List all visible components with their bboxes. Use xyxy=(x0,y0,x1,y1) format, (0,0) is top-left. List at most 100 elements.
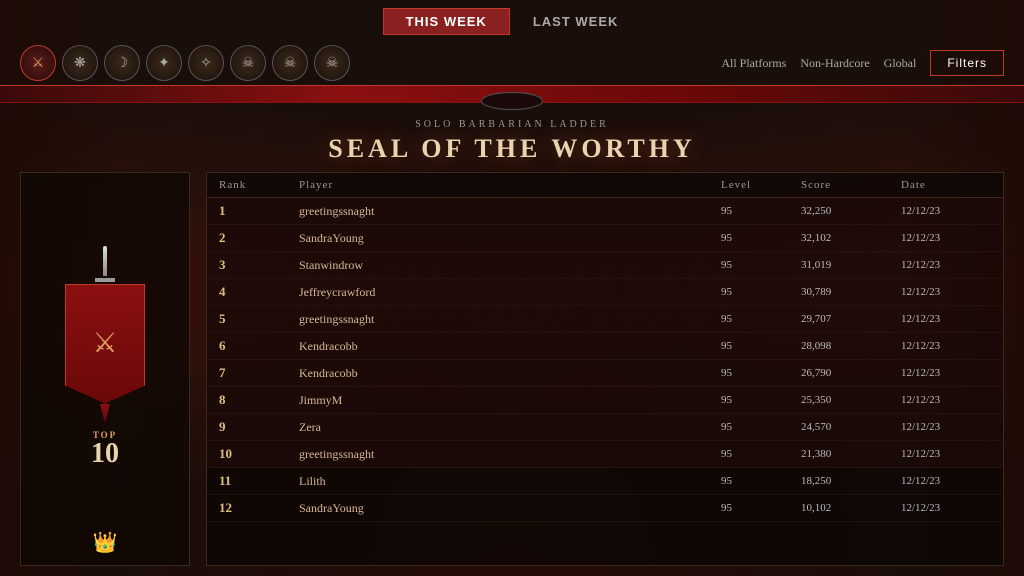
player-cell: greetingssnaght xyxy=(299,447,721,462)
ladder-title: SEAL OF THE WORTHY xyxy=(0,134,1024,164)
table-row[interactable]: 6 Kendracobb 95 28,098 12/12/23 xyxy=(207,333,1003,360)
player-cell: SandraYoung xyxy=(299,231,721,246)
level-cell: 95 xyxy=(721,205,801,217)
table-row[interactable]: 7 Kendracobb 95 26,790 12/12/23 xyxy=(207,360,1003,387)
date-cell: 12/12/23 xyxy=(901,367,991,379)
content-area: ⚔ TOP 10 👑 Rank Player Level Score Date xyxy=(0,172,1024,576)
main-container: THIS WEEK LAST WEEK ⚔ ❋ ☽ ✦ ✧ ☠ ☠ ☠ All … xyxy=(0,0,1024,576)
platform-label: All Platforms xyxy=(721,56,786,71)
player-cell: JimmyM xyxy=(299,393,721,408)
level-cell: 95 xyxy=(721,421,801,433)
score-cell: 31,019 xyxy=(801,259,901,271)
red-stripe xyxy=(0,85,1024,103)
scope-label: Global xyxy=(884,56,917,71)
rank-cell: 7 xyxy=(219,365,299,381)
class-icon-barbarian[interactable]: ⚔ xyxy=(20,45,56,81)
table-row[interactable]: 8 JimmyM 95 25,350 12/12/23 xyxy=(207,387,1003,414)
table-row[interactable]: 11 Lilith 95 18,250 12/12/23 xyxy=(207,468,1003,495)
date-cell: 12/12/23 xyxy=(901,475,991,487)
player-cell: Jeffreycrawford xyxy=(299,285,721,300)
rank-cell: 1 xyxy=(219,203,299,219)
class-icon-skull3[interactable]: ☠ xyxy=(314,45,350,81)
score-cell: 26,790 xyxy=(801,367,901,379)
level-cell: 95 xyxy=(721,367,801,379)
trophy-panel: ⚔ TOP 10 👑 xyxy=(20,172,190,566)
level-cell: 95 xyxy=(721,232,801,244)
level-cell: 95 xyxy=(721,313,801,325)
table-row[interactable]: 10 greetingssnaght 95 21,380 12/12/23 xyxy=(207,441,1003,468)
player-cell: Stanwindrow xyxy=(299,258,721,273)
player-cell: Zera xyxy=(299,420,721,435)
mode-label: Non-Hardcore xyxy=(800,56,869,71)
player-cell: Lilith xyxy=(299,474,721,489)
date-cell: 12/12/23 xyxy=(901,340,991,352)
rank-cell: 4 xyxy=(219,284,299,300)
score-cell: 25,350 xyxy=(801,394,901,406)
class-icon-rogue[interactable]: ✦ xyxy=(146,45,182,81)
table-body[interactable]: 1 greetingssnaght 95 32,250 12/12/23 2 S… xyxy=(207,198,1003,565)
table-header: Rank Player Level Score Date xyxy=(207,173,1003,198)
filters-button[interactable]: Filters xyxy=(930,50,1004,76)
score-cell: 10,102 xyxy=(801,502,901,514)
leaderboard-panel: Rank Player Level Score Date 1 greetings… xyxy=(206,172,1004,566)
rank-cell: 12 xyxy=(219,500,299,516)
level-cell: 95 xyxy=(721,340,801,352)
rank-cell: 3 xyxy=(219,257,299,273)
class-icon-skull1[interactable]: ☠ xyxy=(230,45,266,81)
crossguard-icon xyxy=(95,278,115,282)
rank-cell: 8 xyxy=(219,392,299,408)
class-icon-sorcerer[interactable]: ✧ xyxy=(188,45,224,81)
date-cell: 12/12/23 xyxy=(901,232,991,244)
header-date: Date xyxy=(901,179,991,191)
level-cell: 95 xyxy=(721,286,801,298)
rank-cell: 2 xyxy=(219,230,299,246)
banner-shape: ⚔ xyxy=(65,284,145,404)
header-rank: Rank xyxy=(219,179,299,191)
score-cell: 29,707 xyxy=(801,313,901,325)
banner-art: ⚔ TOP 10 xyxy=(65,183,145,530)
table-row[interactable]: 3 Stanwindrow 95 31,019 12/12/23 xyxy=(207,252,1003,279)
ladder-title-area: Solo Barbarian Ladder SEAL OF THE WORTHY xyxy=(0,103,1024,172)
rank-cell: 5 xyxy=(219,311,299,327)
score-cell: 32,250 xyxy=(801,205,901,217)
player-cell: greetingssnaght xyxy=(299,204,721,219)
rank-cell: 6 xyxy=(219,338,299,354)
tab-last-week[interactable]: LAST WEEK xyxy=(510,8,642,35)
player-cell: Kendracobb xyxy=(299,366,721,381)
class-icon-necromancer[interactable]: ☽ xyxy=(104,45,140,81)
class-icon-skull2[interactable]: ☠ xyxy=(272,45,308,81)
filter-area: All Platforms Non-Hardcore Global Filter… xyxy=(721,50,1004,76)
level-cell: 95 xyxy=(721,502,801,514)
tab-this-week[interactable]: THIS WEEK xyxy=(383,8,510,35)
tabs-row: THIS WEEK LAST WEEK xyxy=(0,0,1024,41)
score-cell: 32,102 xyxy=(801,232,901,244)
player-cell: greetingssnaght xyxy=(299,312,721,327)
header-player: Player xyxy=(299,179,721,191)
icons-row: ⚔ ❋ ☽ ✦ ✧ ☠ ☠ ☠ All Platforms Non-Hardco… xyxy=(0,41,1024,85)
table-row[interactable]: 12 SandraYoung 95 10,102 12/12/23 xyxy=(207,495,1003,522)
level-cell: 95 xyxy=(721,475,801,487)
date-cell: 12/12/23 xyxy=(901,313,991,325)
table-row[interactable]: 2 SandraYoung 95 32,102 12/12/23 xyxy=(207,225,1003,252)
score-cell: 28,098 xyxy=(801,340,901,352)
table-row[interactable]: 5 greetingssnaght 95 29,707 12/12/23 xyxy=(207,306,1003,333)
level-cell: 95 xyxy=(721,448,801,460)
table-row[interactable]: 1 greetingssnaght 95 32,250 12/12/23 xyxy=(207,198,1003,225)
rank-cell: 11 xyxy=(219,473,299,489)
player-cell: Kendracobb xyxy=(299,339,721,354)
date-cell: 12/12/23 xyxy=(901,502,991,514)
level-cell: 95 xyxy=(721,394,801,406)
ladder-subtitle: Solo Barbarian Ladder xyxy=(0,119,1024,130)
score-cell: 30,789 xyxy=(801,286,901,298)
table-row[interactable]: 9 Zera 95 24,570 12/12/23 xyxy=(207,414,1003,441)
sword-icon xyxy=(103,246,107,276)
class-icon-druid[interactable]: ❋ xyxy=(62,45,98,81)
header-score: Score xyxy=(801,179,901,191)
date-cell: 12/12/23 xyxy=(901,394,991,406)
header-level: Level xyxy=(721,179,801,191)
banner-tip xyxy=(100,404,110,424)
score-cell: 24,570 xyxy=(801,421,901,433)
top-number: 10 xyxy=(91,440,119,468)
crown-icon: 👑 xyxy=(93,530,118,555)
table-row[interactable]: 4 Jeffreycrawford 95 30,789 12/12/23 xyxy=(207,279,1003,306)
